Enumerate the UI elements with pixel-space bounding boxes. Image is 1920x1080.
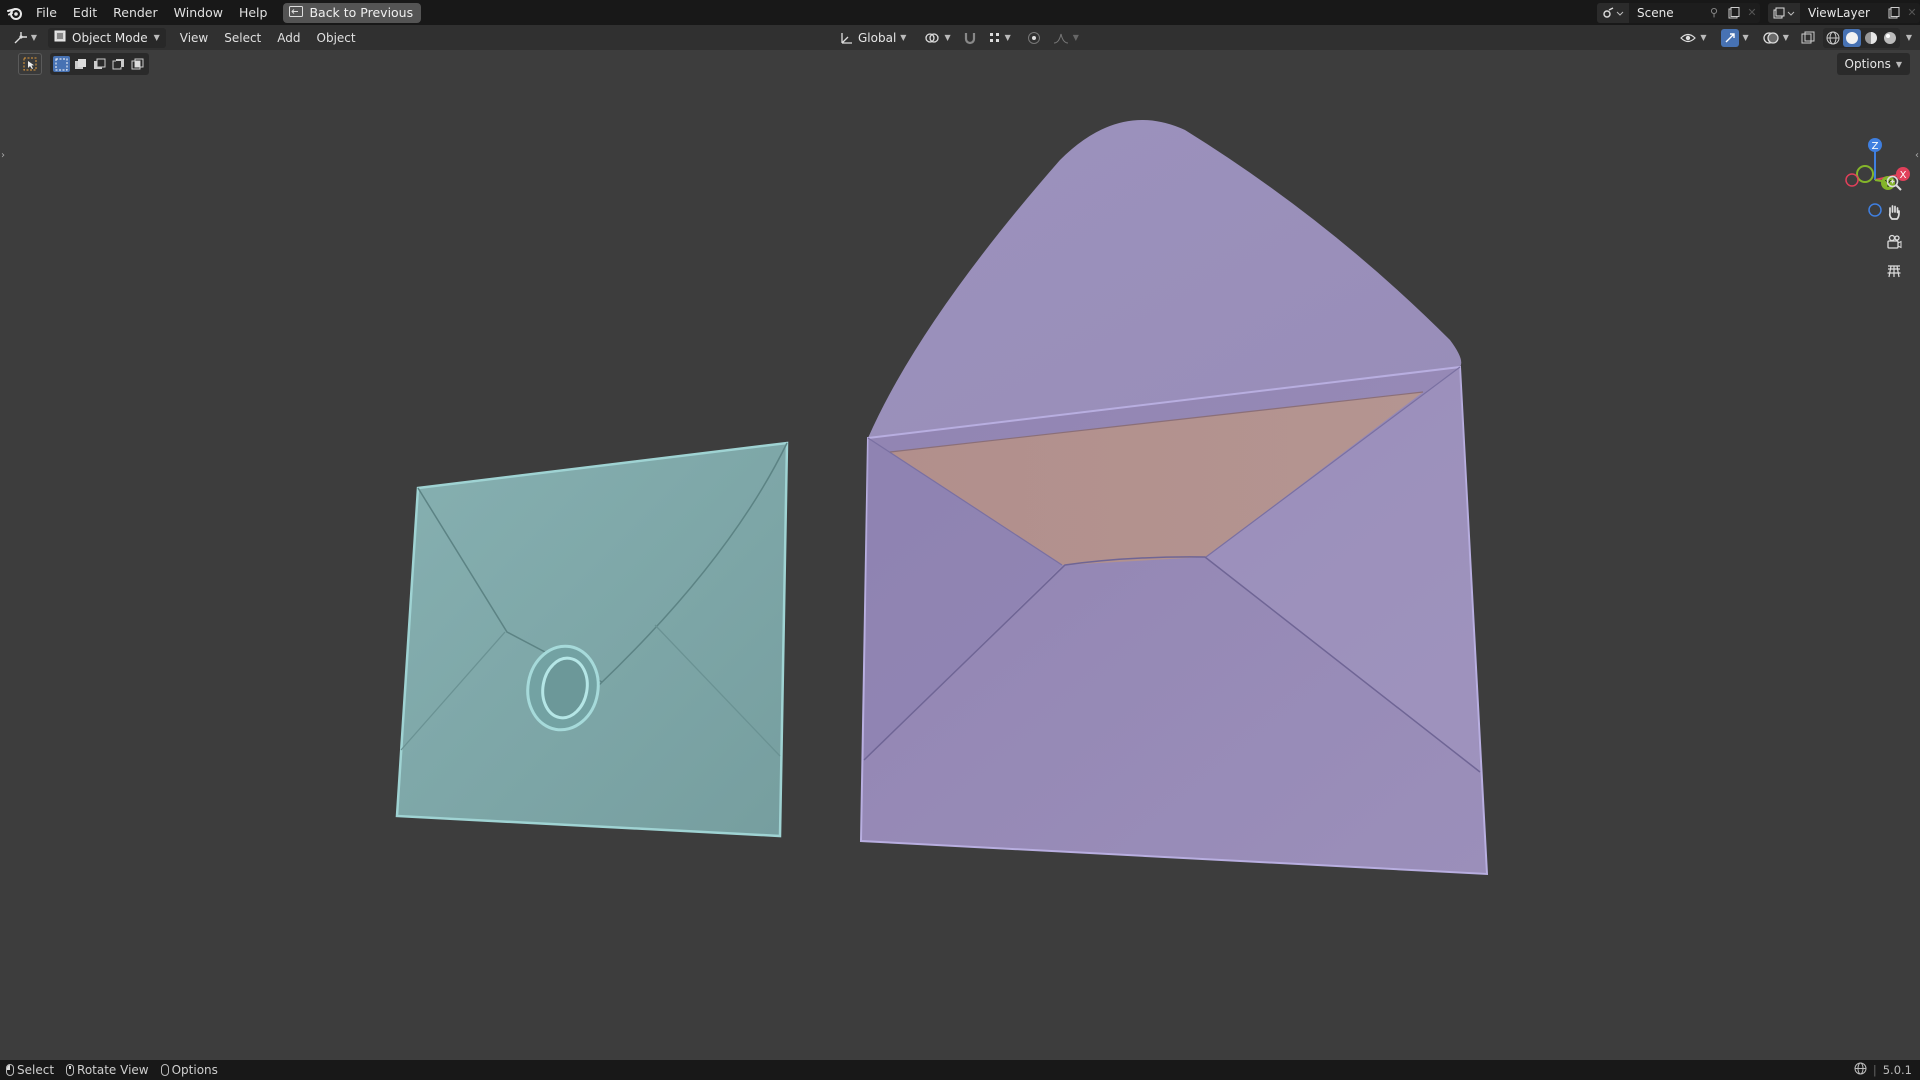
viewport-shading-controls: ▼ ▼ ▼ ▼ (1676, 25, 1912, 50)
editor-type-icon (14, 31, 27, 43)
xray-toggle-icon[interactable] (1799, 29, 1817, 47)
extend-selection-icon[interactable] (72, 56, 89, 72)
chevron-down-icon: ▼ (1895, 59, 1902, 69)
menu-window[interactable]: Window (166, 0, 231, 25)
orientation-axes-icon (841, 32, 852, 44)
menu-edit[interactable]: Edit (65, 0, 105, 25)
scene-render[interactable] (0, 50, 1920, 1060)
object-mode-dropdown[interactable]: Object Mode ▼ (48, 27, 166, 48)
camera-icon[interactable] (1880, 228, 1908, 256)
new-scene-icon[interactable] (1724, 3, 1744, 23)
scene-selector[interactable]: Scene ⚲ ✕ (1597, 2, 1760, 23)
status-bar: Select Rotate View Options | 5.0.1 (0, 1060, 1920, 1080)
overlays-icon (1763, 31, 1779, 44)
back-to-previous-label: Back to Previous (309, 5, 414, 20)
toolbar-expand-icon[interactable]: › (1, 150, 5, 161)
menu-object[interactable]: Object (309, 31, 364, 45)
editor-type-dropdown[interactable]: ▼ (8, 28, 42, 48)
status-rotate-view-hint: Rotate View (66, 1063, 149, 1077)
selection-mode-group (50, 53, 149, 75)
magnet-icon (964, 32, 975, 44)
snap-toggle[interactable] (959, 28, 981, 48)
network-globe-icon[interactable] (1854, 1062, 1867, 1078)
top-bar: File Edit Render Window Help Back to Pre… (0, 0, 1920, 25)
mouse-left-icon (6, 1064, 14, 1076)
pivot-point-icon (925, 32, 940, 43)
proportional-edit-toggle[interactable] (1023, 28, 1045, 48)
scene-browse-icon[interactable] (1597, 2, 1629, 23)
view-layer-name: ViewLayer (1808, 5, 1870, 20)
proportional-falloff-dropdown[interactable]: ▼ (1049, 28, 1083, 48)
chevron-down-icon: ▼ (153, 33, 160, 42)
eye-selectability-icon (1680, 33, 1697, 42)
rendered-shading-icon[interactable] (1881, 29, 1899, 47)
invert-selection-icon[interactable] (110, 56, 127, 72)
hand-pan-icon[interactable] (1880, 198, 1908, 226)
gizmo-toggle-icon[interactable] (1720, 28, 1739, 47)
grid-icon[interactable] (1880, 257, 1908, 285)
subtract-selection-icon[interactable] (91, 56, 108, 72)
menu-help[interactable]: Help (231, 0, 276, 25)
visibility-dropdown[interactable]: ▼ (1676, 28, 1710, 48)
view-layer-browse-icon[interactable] (1768, 2, 1800, 23)
proportional-edit-icon (1027, 31, 1040, 44)
menu-select[interactable]: Select (216, 31, 269, 45)
set-new-selection-icon[interactable] (53, 56, 70, 72)
blender-logo-icon[interactable] (2, 0, 28, 25)
transform-orientation-label: Global (858, 30, 897, 45)
snap-grid-icon (989, 32, 999, 42)
pin-icon[interactable]: ⚲ (1710, 6, 1718, 19)
menu-file[interactable]: File (28, 0, 65, 25)
delete-view-layer-icon[interactable]: ✕ (1904, 3, 1920, 23)
options-dropdown[interactable]: Options ▼ (1836, 53, 1910, 75)
delete-scene-icon[interactable]: ✕ (1744, 3, 1760, 23)
zoom-icon[interactable] (1880, 169, 1908, 197)
mouse-middle-icon (66, 1064, 75, 1076)
back-screen-icon (289, 5, 304, 20)
transform-orientation-dropdown[interactable]: Global ▼ (836, 28, 910, 48)
scene-name: Scene (1637, 5, 1674, 20)
options-label: Options (1844, 57, 1891, 71)
3d-viewport[interactable]: › ‹ Z Y X (0, 50, 1920, 1060)
menu-add[interactable]: Add (269, 31, 308, 45)
wireframe-shading-icon[interactable] (1824, 29, 1842, 47)
viewport-tool-row (18, 53, 149, 75)
topbar-right: Scene ⚲ ✕ ViewLayer ✕ (1597, 0, 1920, 25)
material-shading-icon[interactable] (1862, 29, 1880, 47)
svg-text:Z: Z (1872, 141, 1879, 152)
object-mode-label: Object Mode (72, 30, 148, 45)
transform-controls: Global ▼ ▼ ▼ ▼ (836, 25, 1083, 50)
new-view-layer-icon[interactable] (1884, 3, 1904, 23)
intersect-selection-icon[interactable] (129, 56, 146, 72)
menu-view[interactable]: View (172, 31, 216, 45)
open-envelope[interactable] (859, 120, 1489, 876)
back-to-previous-button[interactable]: Back to Previous (283, 2, 422, 23)
solid-shading-icon[interactable] (1842, 28, 1861, 47)
select-tool-icon[interactable] (18, 53, 42, 75)
gizmo-dropdown[interactable]: ▼ (1717, 28, 1753, 48)
status-right: | 5.0.1 (1854, 1062, 1912, 1078)
pivot-point-dropdown[interactable]: ▼ (920, 28, 954, 48)
menu-render[interactable]: Render (105, 0, 166, 25)
overlays-dropdown[interactable]: ▼ (1759, 28, 1793, 48)
status-select-hint: Select (6, 1063, 54, 1077)
closed-envelope[interactable] (395, 441, 789, 838)
mouse-right-icon (160, 1064, 169, 1076)
snap-target-dropdown[interactable]: ▼ (985, 28, 1015, 48)
version-label: 5.0.1 (1882, 1063, 1912, 1077)
shading-options-chevron-icon[interactable]: ▼ (1906, 33, 1912, 42)
falloff-curve-icon (1053, 33, 1068, 43)
object-mode-icon (54, 30, 66, 45)
shading-mode-group (1822, 27, 1900, 48)
viewport-header: ▼ Object Mode ▼ View Select Add Object G… (0, 25, 1920, 50)
status-options-hint: Options (160, 1063, 218, 1077)
view-layer-selector[interactable]: ViewLayer ✕ (1768, 2, 1920, 23)
